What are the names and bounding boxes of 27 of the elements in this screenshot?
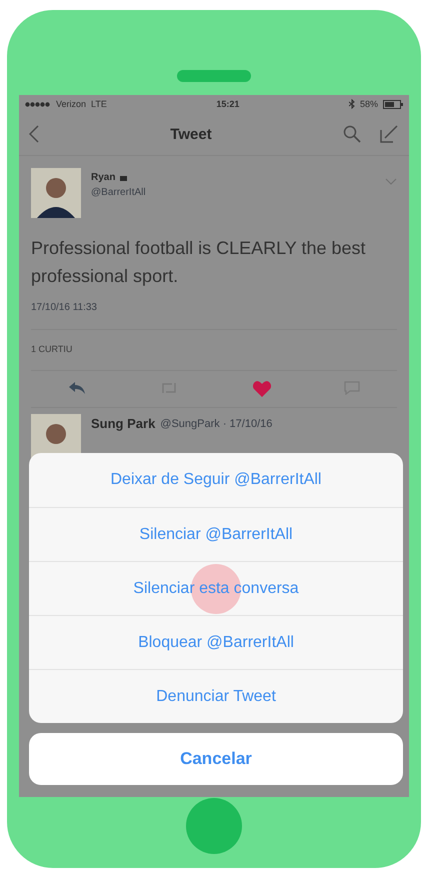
likes-count: 1 CURTIU	[31, 330, 397, 371]
reply-icon[interactable]	[68, 381, 86, 395]
reply-author-name: Sung Park	[91, 416, 156, 431]
search-icon[interactable]	[343, 125, 361, 143]
bluetooth-icon	[348, 99, 355, 109]
action-sheet-option[interactable]: Bloquear @BarrerItAll	[29, 615, 403, 669]
author-handle: @BarrerItAll	[91, 187, 147, 198]
back-icon[interactable]	[29, 125, 39, 143]
tweet-timestamp: 17/10/16 11:33	[31, 302, 397, 330]
action-sheet-option[interactable]: Silenciar esta conversa	[29, 561, 403, 615]
heart-icon[interactable]	[252, 381, 271, 397]
carrier-label: Verizon	[56, 99, 86, 109]
status-time: 15:21	[216, 99, 240, 109]
reply-meta: @SungPark · 17/10/16	[160, 418, 272, 430]
action-sheet-option[interactable]: Silenciar @BarrerItAll	[29, 507, 403, 561]
screen-title: Tweet	[170, 126, 212, 142]
author-name: Ryan	[91, 172, 116, 183]
compose-icon[interactable]	[379, 124, 399, 144]
battery-percent: 58%	[360, 99, 378, 109]
battery-icon	[382, 100, 403, 108]
signal-icon	[25, 102, 51, 106]
cancel-button[interactable]: Cancelar	[29, 733, 403, 785]
action-sheet-option[interactable]: Deixar de Seguir @BarrerItAll	[29, 453, 403, 507]
chevron-icon[interactable]	[385, 178, 397, 186]
network-label: LTE	[91, 99, 107, 109]
tweet-text: Professional football is CLEARLY the best professional sport.	[31, 237, 367, 288]
action-sheet-option[interactable]: Denunciar Tweet	[29, 669, 403, 723]
